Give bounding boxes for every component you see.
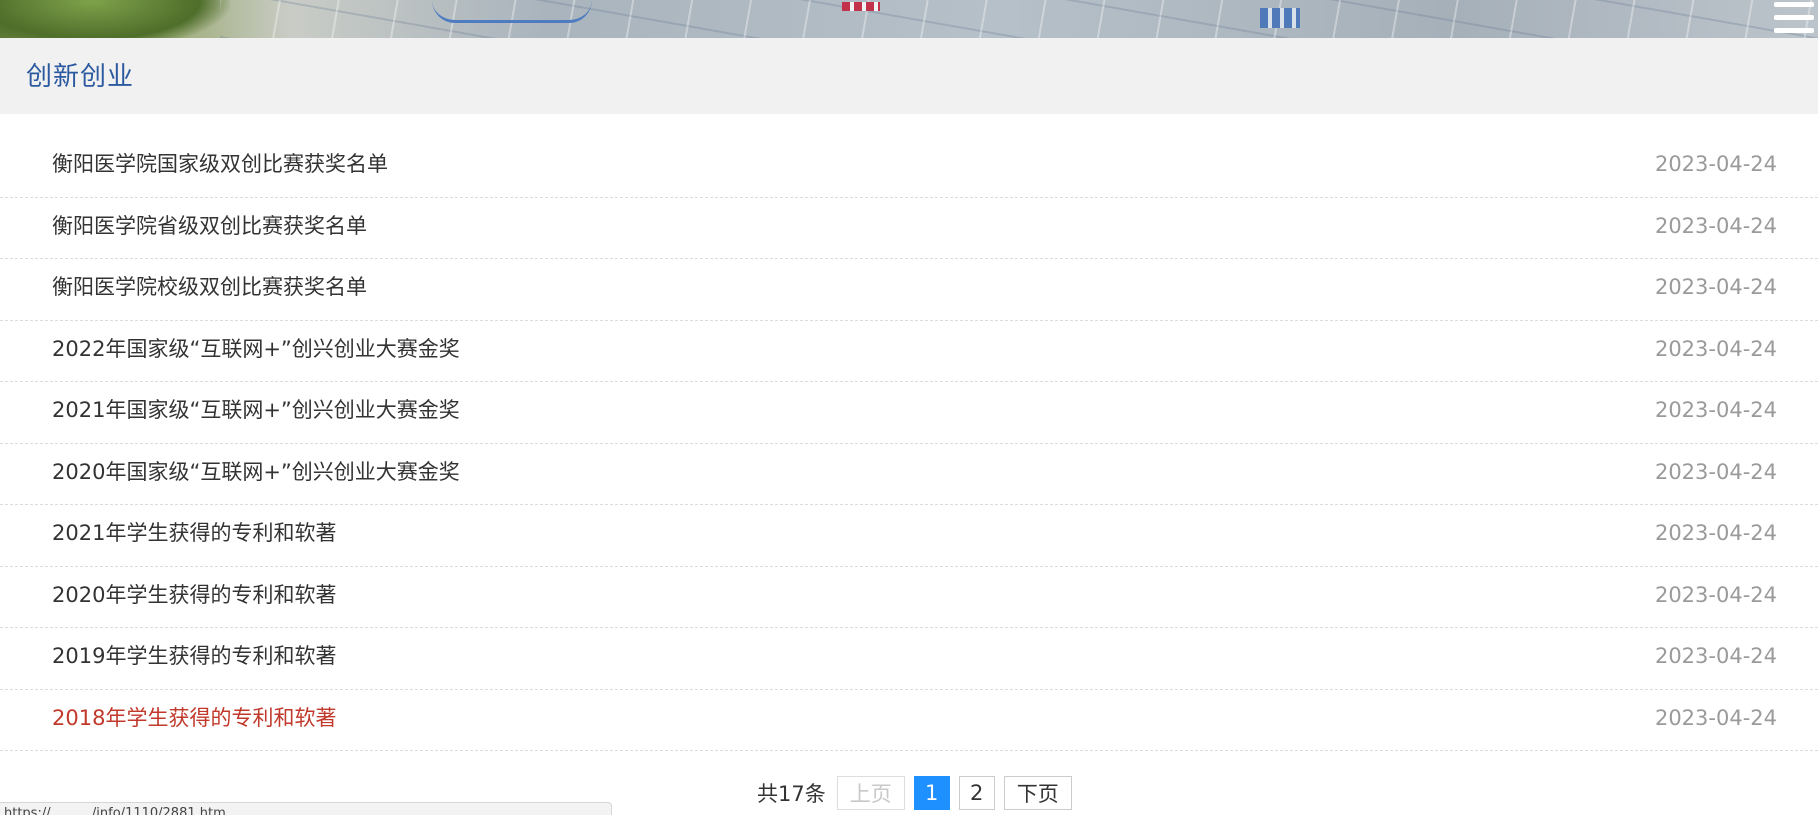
news-list: 衡阳医学院国家级双创比赛获奖名单 2023-04-24 衡阳医学院省级双创比赛获… [0, 136, 1818, 751]
news-title-link[interactable]: 衡阳医学院校级双创比赛获奖名单 [52, 273, 367, 301]
list-item: 2019年学生获得的专利和软著 2023-04-24 [0, 628, 1818, 690]
news-date: 2023-04-24 [1654, 336, 1777, 361]
news-title-link[interactable]: 2021年国家级“互联网+”创兴创业大赛金奖 [52, 396, 460, 424]
section-title: 创新创业 [26, 62, 135, 92]
news-date: 2023-04-24 [1654, 398, 1777, 422]
list-item: 2021年国家级“互联网+”创兴创业大赛金奖 2023-04-24 [0, 382, 1818, 444]
list-item: 衡阳医学院省级双创比赛获奖名单 2023-04-24 [0, 198, 1818, 259]
news-date: 2023-04-24 [1654, 213, 1777, 238]
banner-tree [0, 0, 230, 38]
banner-red-tiles [842, 2, 880, 11]
list-item: 2022年国家级“互联网+”创兴创业大赛金奖 2023-04-24 [0, 321, 1818, 382]
news-title-link[interactable]: 衡阳医学院国家级双创比赛获奖名单 [52, 150, 388, 178]
news-date: 2023-04-24 [1654, 582, 1777, 607]
news-title-link[interactable]: 2021年学生获得的专利和软著 [52, 519, 336, 547]
campus-photo-banner [0, 0, 1818, 38]
news-title-link[interactable]: 2020年国家级“互联网+”创兴创业大赛金奖 [52, 458, 460, 486]
news-date: 2023-04-24 [1654, 152, 1777, 176]
section-header: 创新创业 [0, 38, 1818, 114]
news-date: 2023-04-24 [1654, 705, 1777, 730]
list-item: 衡阳医学院校级双创比赛获奖名单 2023-04-24 [0, 259, 1818, 321]
banner-blue-tiles [1260, 8, 1300, 28]
list-item: 2020年学生获得的专利和软著 2023-04-24 [0, 567, 1818, 628]
news-date: 2023-04-24 [1654, 644, 1777, 668]
page-2-button[interactable]: 2 [958, 776, 995, 810]
news-date: 2023-04-24 [1654, 459, 1777, 484]
list-item: 2020年国家级“互联网+”创兴创业大赛金奖 2023-04-24 [0, 444, 1818, 505]
pagination: 共17条 上页 1 2 下页 [757, 774, 1072, 812]
news-title-link[interactable]: 2020年学生获得的专利和软著 [52, 581, 336, 609]
hamburger-menu-icon[interactable] [1774, 0, 1814, 36]
news-title-link[interactable]: 2019年学生获得的专利和软著 [52, 642, 336, 670]
news-date: 2023-04-24 [1654, 275, 1777, 299]
list-item: 衡阳医学院国家级双创比赛获奖名单 2023-04-24 [0, 136, 1818, 198]
news-title-link[interactable]: 衡阳医学院省级双创比赛获奖名单 [52, 212, 367, 240]
news-title-link[interactable]: 2018年学生获得的专利和软著 [52, 704, 336, 732]
list-item: 2018年学生获得的专利和软著 2023-04-24 [0, 690, 1818, 751]
browser-status-url: https://........../info/1110/2881.htm [0, 802, 612, 815]
next-page-button[interactable]: 下页 [1003, 776, 1072, 810]
list-item: 2021年学生获得的专利和软著 2023-04-24 [0, 505, 1818, 567]
news-title-link[interactable]: 2022年国家级“互联网+”创兴创业大赛金奖 [52, 335, 460, 363]
page-1-button[interactable]: 1 [913, 776, 950, 810]
pagination-total: 共17条 [757, 782, 826, 806]
prev-page-button[interactable]: 上页 [836, 776, 905, 810]
banner-blue-line [432, 0, 592, 23]
news-date: 2023-04-24 [1654, 521, 1777, 545]
